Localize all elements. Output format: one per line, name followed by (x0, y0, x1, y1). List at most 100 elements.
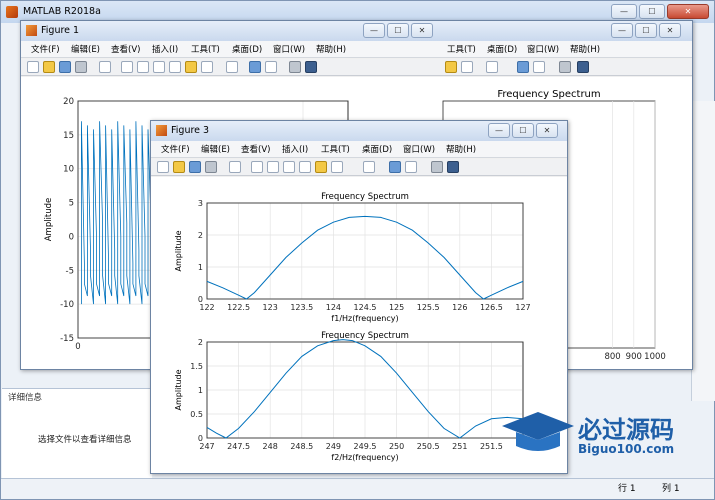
x-tick-label: 247.5 (227, 442, 250, 451)
watermark: 必过源码 Biguo100.com (500, 408, 700, 463)
open-folder-icon[interactable] (173, 161, 185, 173)
menu-window[interactable]: 窗口(W) (403, 143, 435, 155)
fig3-close-button[interactable]: ✕ (536, 123, 558, 138)
zoom-out-icon[interactable] (137, 61, 149, 73)
new-file-icon[interactable] (157, 161, 169, 173)
menu-tools-right[interactable]: 工具(T) (447, 43, 476, 55)
colorbar-icon[interactable] (249, 61, 261, 73)
menu-view[interactable]: 查看(V) (241, 143, 270, 155)
data-cursor-icon[interactable] (315, 161, 327, 173)
x-tick-label: 124 (326, 303, 341, 312)
print-icon[interactable] (205, 161, 217, 173)
fig1-close-button[interactable]: ✕ (411, 23, 433, 38)
menu-view[interactable]: 查看(V) (111, 43, 140, 55)
y-tick-label: 20 (63, 97, 74, 107)
fig2-close-button[interactable]: ✕ (659, 23, 681, 38)
chart-title: Frequency Spectrum (321, 331, 409, 341)
show-plot-tools-icon-right[interactable] (577, 61, 589, 73)
x-tick-label: 800 (604, 352, 620, 362)
menu-help[interactable]: 帮助(H) (446, 143, 476, 155)
colorbar-icon-right[interactable] (517, 61, 529, 73)
fig3-minimize-button[interactable]: — (488, 123, 510, 138)
new-file-icon[interactable] (27, 61, 39, 73)
legend-icon[interactable] (405, 161, 417, 173)
link-plot-icon-right[interactable] (486, 61, 498, 73)
menu-help[interactable]: 帮助(H) (316, 43, 346, 55)
save-icon[interactable] (189, 161, 201, 173)
link-plot-icon[interactable] (363, 161, 375, 173)
fig3-maximize-button[interactable]: ☐ (512, 123, 534, 138)
rotate-3d-icon[interactable] (169, 61, 181, 73)
data-cursor-icon[interactable] (185, 61, 197, 73)
maximize-button[interactable]: ☐ (639, 4, 665, 19)
menu-edit[interactable]: 编辑(E) (201, 143, 230, 155)
x-tick-label: 125 (389, 303, 404, 312)
minimize-button[interactable]: — (611, 4, 637, 19)
pointer-icon[interactable] (99, 61, 111, 73)
x-tick-label: 126 (452, 303, 467, 312)
menu-help-right[interactable]: 帮助(H) (570, 43, 600, 55)
show-plot-tools-icon[interactable] (305, 61, 317, 73)
open-folder-icon[interactable] (43, 61, 55, 73)
y-tick-label: 0 (69, 232, 74, 242)
x-tick-label: 0 (75, 342, 80, 352)
menu-window-right[interactable]: 窗口(W) (527, 43, 559, 55)
pointer-icon[interactable] (229, 161, 241, 173)
menu-tools[interactable]: 工具(T) (321, 143, 350, 155)
y-axis-label: Amplitude (174, 230, 183, 271)
show-plot-tools-icon[interactable] (447, 161, 459, 173)
hide-plot-tools-icon[interactable] (289, 61, 301, 73)
brush-icon-right[interactable] (461, 61, 473, 73)
figure-1-title-bar: Figure 1 — ☐ ✕ — ☐ ✕ (21, 21, 692, 41)
print-icon[interactable] (75, 61, 87, 73)
brush-icon[interactable] (201, 61, 213, 73)
menu-file[interactable]: 文件(F) (31, 43, 60, 55)
menu-file[interactable]: 文件(F) (161, 143, 190, 155)
menu-window[interactable]: 窗口(W) (273, 43, 305, 55)
fig2-minimize-button[interactable]: — (611, 23, 633, 38)
link-plot-icon[interactable] (226, 61, 238, 73)
menu-insert[interactable]: 插入(I) (282, 143, 308, 155)
y-tick-label: 0 (198, 295, 203, 304)
menu-tools[interactable]: 工具(T) (191, 43, 220, 55)
legend-icon-right[interactable] (533, 61, 545, 73)
x-tick-label: 249 (326, 442, 341, 451)
menu-desktop-right[interactable]: 桌面(D) (487, 43, 517, 55)
x-tick-label: 247 (199, 442, 214, 451)
status-col-value: 1 (673, 484, 680, 494)
rotate-3d-icon[interactable] (299, 161, 311, 173)
zoom-in-icon[interactable] (121, 61, 133, 73)
zoom-in-icon[interactable] (251, 161, 263, 173)
brush-icon[interactable] (331, 161, 343, 173)
y-axis-label: Amplitude (174, 369, 183, 410)
hide-plot-tools-icon-right[interactable] (559, 61, 571, 73)
pan-hand-icon[interactable] (153, 61, 165, 73)
right-side-panel (691, 101, 715, 401)
x-tick-label: 125.5 (417, 303, 440, 312)
close-button[interactable]: ✕ (667, 4, 709, 19)
data-cursor-icon-right[interactable] (445, 61, 457, 73)
colorbar-icon[interactable] (389, 161, 401, 173)
fig2-maximize-button[interactable]: ☐ (635, 23, 657, 38)
legend-icon[interactable] (265, 61, 277, 73)
y-tick-label: 2 (198, 231, 203, 240)
menu-desktop[interactable]: 桌面(D) (362, 143, 392, 155)
hide-plot-tools-icon[interactable] (431, 161, 443, 173)
menu-edit[interactable]: 编辑(E) (71, 43, 100, 55)
status-row: 行 1 (618, 481, 636, 494)
status-bar (1, 478, 714, 499)
figure-1-title: Figure 1 (41, 25, 80, 36)
menu-insert[interactable]: 插入(I) (152, 43, 178, 55)
x-tick-label: 122.5 (227, 303, 250, 312)
x-tick-label: 1000 (644, 352, 666, 362)
zoom-out-icon[interactable] (267, 161, 279, 173)
fig1-minimize-button[interactable]: — (363, 23, 385, 38)
watermark-url: Biguo100.com (578, 442, 675, 456)
save-icon[interactable] (59, 61, 71, 73)
pan-hand-icon[interactable] (283, 161, 295, 173)
menu-desktop[interactable]: 桌面(D) (232, 43, 262, 55)
x-tick-label: 127 (515, 303, 530, 312)
fig1-maximize-button[interactable]: ☐ (387, 23, 409, 38)
y-tick-label: 15 (63, 131, 74, 141)
x-axis-label: f1/Hz(frequency) (331, 314, 398, 323)
